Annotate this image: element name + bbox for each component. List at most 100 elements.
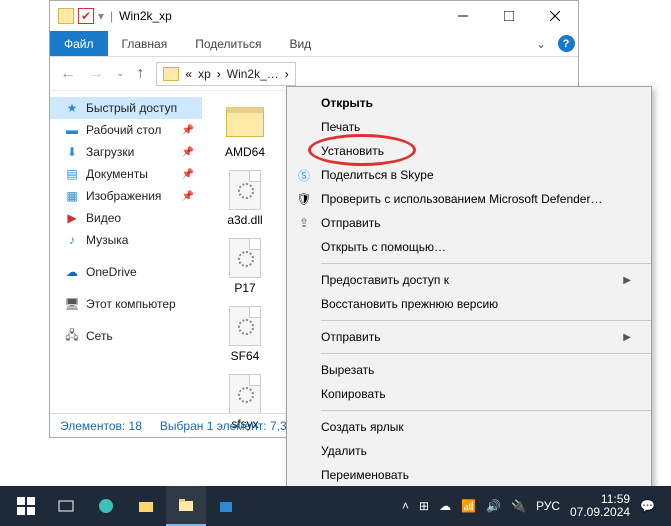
chevron-right-icon: ▶	[623, 332, 631, 343]
file-name: P17	[234, 281, 255, 295]
taskbar-app-folder[interactable]	[126, 486, 166, 526]
chevron-right-icon: ›	[217, 67, 221, 81]
file-icon	[229, 306, 261, 346]
forward-button[interactable]: →	[88, 65, 104, 83]
star-icon: ★	[64, 101, 80, 115]
tray-chevron-icon[interactable]: ˄	[402, 499, 409, 513]
sidebar-label: Быстрый доступ	[86, 101, 177, 115]
titlebar[interactable]: ✔ ▾ | Win2k_xp	[50, 1, 578, 31]
minimize-button[interactable]	[440, 1, 486, 31]
tray-network-icon[interactable]: ⊞	[419, 499, 429, 513]
tray-notifications-icon[interactable]: 💬	[640, 499, 655, 513]
ctx-scan-defender[interactable]: 🛡Проверить с использованием Microsoft De…	[287, 187, 651, 211]
ctx-cut[interactable]: Вырезать	[287, 358, 651, 382]
ctx-delete[interactable]: Удалить	[287, 439, 651, 463]
ctx-send-to[interactable]: Отправить▶	[287, 325, 651, 349]
crumb[interactable]: Win2k_…	[227, 67, 279, 81]
crumb[interactable]: xp	[198, 67, 211, 81]
network-icon: 🖧	[64, 326, 80, 347]
tray-clock[interactable]: 11:59 07.09.2024	[570, 493, 630, 519]
file-item[interactable]: SF64	[206, 301, 284, 367]
tray-volume-icon[interactable]: 🔊	[486, 499, 501, 513]
sidebar-label: Этот компьютер	[86, 297, 176, 311]
tray-wifi-icon[interactable]: 📶	[461, 499, 476, 513]
sidebar-onedrive[interactable]: ☁OneDrive	[50, 261, 202, 283]
back-button[interactable]: ←	[60, 65, 76, 83]
sidebar-this-pc[interactable]: 🖥 Этот компьютер	[50, 293, 202, 315]
file-item[interactable]: AMD64	[206, 97, 284, 163]
sidebar-quick-access[interactable]: ★ Быстрый доступ	[50, 97, 202, 119]
maximize-button[interactable]	[486, 1, 532, 31]
music-icon: ♪	[64, 233, 80, 247]
tab-file[interactable]: Файл	[50, 31, 108, 56]
close-button[interactable]	[532, 1, 578, 31]
pc-icon: 🖥	[64, 297, 80, 311]
ribbon-chevron-icon[interactable]: ⌄	[528, 31, 554, 56]
pin-icon: 📌	[182, 169, 194, 180]
ctx-share[interactable]: ⇪Отправить	[287, 211, 651, 235]
ctx-grant-access[interactable]: Предоставить доступ к▶	[287, 268, 651, 292]
ctx-print[interactable]: Печать	[287, 115, 651, 139]
sidebar-downloads[interactable]: ⬇Загрузки📌	[50, 141, 202, 163]
taskbar-app-store[interactable]	[206, 486, 246, 526]
video-icon: ▶	[64, 211, 80, 225]
address-bar[interactable]: « xp › Win2k_… ›	[156, 62, 295, 86]
taskview-button[interactable]	[46, 486, 86, 526]
sidebar-desktop[interactable]: ▬Рабочий стол📌	[50, 119, 202, 141]
help-button[interactable]: ?	[554, 31, 578, 56]
tray-onedrive-icon[interactable]: ☁	[439, 499, 451, 513]
tab-home[interactable]: Главная	[108, 31, 182, 56]
sidebar-network[interactable]: 🖧Сеть	[50, 325, 202, 347]
sidebar-label: Загрузки	[86, 145, 134, 159]
skype-icon: Ⓢ	[295, 167, 313, 184]
nav-pane: ★ Быстрый доступ ▬Рабочий стол📌 ⬇ Загрузки…	[50, 91, 202, 413]
recent-chevron-icon[interactable]: ⌄	[116, 68, 124, 79]
tab-share[interactable]: Поделиться	[181, 31, 275, 56]
chevron-right-icon: ▶	[623, 275, 631, 286]
download-icon: ⬇	[64, 145, 80, 159]
status-selection: Выбран 1 элемент: 7,3	[160, 419, 287, 433]
ctx-install[interactable]: Установить	[287, 139, 651, 163]
crumb-root: «	[185, 67, 192, 81]
ctx-restore-version[interactable]: Восстановить прежнюю версию	[287, 292, 651, 316]
file-item[interactable]: P17	[206, 233, 284, 299]
tray-power-icon[interactable]: 🔌	[511, 499, 526, 513]
share-icon: ⇪	[295, 216, 313, 230]
desktop-icon: ▬	[64, 123, 80, 137]
ctx-share-skype[interactable]: ⓈПоделиться в Skype	[287, 163, 651, 187]
sidebar-pictures[interactable]: ▦Изображения📌	[50, 185, 202, 207]
file-item[interactable]: a3d.dll	[206, 165, 284, 231]
taskbar-app-edge[interactable]	[86, 486, 126, 526]
ctx-open[interactable]: Открыть	[287, 91, 651, 115]
file-icon	[229, 374, 261, 414]
sidebar-videos[interactable]: ▶Видео	[50, 207, 202, 229]
ctx-rename[interactable]: Переименовать	[287, 463, 651, 487]
ctx-copy[interactable]: Копировать	[287, 382, 651, 406]
picture-icon: ▦	[64, 189, 80, 203]
overflow-icon[interactable]: ▾	[98, 9, 104, 23]
folder-icon	[226, 107, 264, 137]
sidebar-label: Изображения	[86, 189, 161, 203]
file-icon	[229, 238, 261, 278]
up-button[interactable]: ↑	[136, 65, 144, 83]
ctx-create-shortcut[interactable]: Создать ярлык	[287, 415, 651, 439]
tab-view[interactable]: Вид	[275, 31, 325, 56]
start-button[interactable]	[6, 486, 46, 526]
folder-icon	[58, 8, 74, 24]
file-name: AMD64	[225, 145, 265, 159]
tray-date: 07.09.2024	[570, 506, 630, 519]
status-item-count: Элементов: 18	[60, 419, 142, 433]
file-name: a3d.dll	[227, 213, 262, 227]
checkbox-icon: ✔	[78, 8, 94, 24]
pin-icon: 📌	[182, 125, 194, 136]
system-tray: ˄ ⊞ ☁ 📶 🔊 🔌 РУС 11:59 07.09.2024 💬	[402, 493, 665, 519]
sidebar-documents[interactable]: ▤Документы📌	[50, 163, 202, 185]
chevron-right-icon: ›	[285, 67, 289, 81]
sidebar-music[interactable]: ♪Музыка	[50, 229, 202, 251]
window-title: Win2k_xp	[119, 9, 440, 23]
context-menu: Открыть Печать Установить ⓈПоделиться в …	[286, 86, 652, 525]
taskbar-app-explorer[interactable]	[166, 486, 206, 526]
tray-language[interactable]: РУС	[536, 499, 560, 513]
cloud-icon: ☁	[64, 265, 80, 279]
ctx-open-with[interactable]: Открыть с помощью…	[287, 235, 651, 259]
